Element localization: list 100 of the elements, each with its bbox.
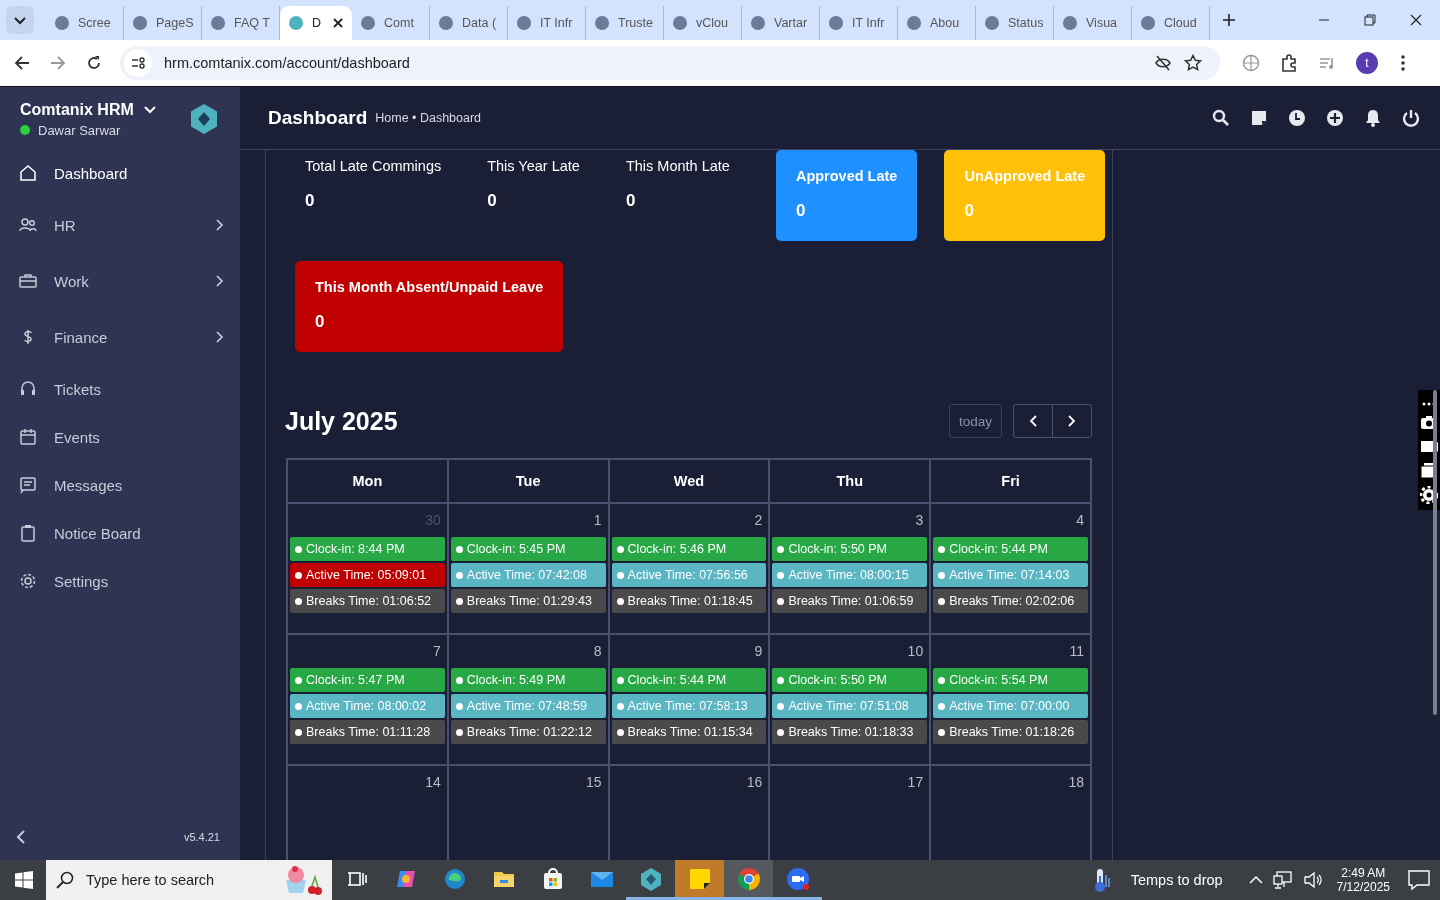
nav-item[interactable]: Dashboard bbox=[0, 149, 240, 197]
day-cell[interactable]: 2 Clock-in: 5:46 PM Active Time: 07:56:56 Breaks Time: 01:18:45 bbox=[609, 504, 771, 635]
browser-tab[interactable]: Data ( bbox=[430, 6, 508, 40]
browser-tab[interactable]: IT Infr bbox=[820, 6, 898, 40]
video-icon[interactable] bbox=[1420, 438, 1438, 454]
browser-tab[interactable]: Truste bbox=[586, 6, 664, 40]
nav-item[interactable]: Events bbox=[0, 413, 240, 461]
day-number: 30 bbox=[425, 512, 441, 528]
stat-value: 0 bbox=[315, 312, 326, 332]
nav-item[interactable]: Settings bbox=[0, 557, 240, 605]
calendar-event[interactable]: Breaks Time: 01:18:26 bbox=[933, 720, 1088, 744]
search-field[interactable]: Type here to search bbox=[46, 860, 332, 900]
weather-label[interactable]: Temps to drop bbox=[1130, 872, 1223, 888]
nav-item[interactable]: Messages bbox=[0, 461, 240, 509]
calendar-event[interactable]: Breaks Time: 01:29:43 bbox=[450, 589, 606, 613]
stat-value: 0 bbox=[964, 201, 975, 221]
day-cell[interactable]: 8 Clock-in: 5:49 PM Active Time: 07:48:59 Breaks Time: 01:22:12 bbox=[448, 635, 610, 766]
nav-item[interactable]: HR bbox=[0, 197, 240, 253]
collapse-icon[interactable] bbox=[16, 830, 26, 844]
globe-icon[interactable] bbox=[1242, 54, 1260, 72]
site-info-icon[interactable] bbox=[124, 49, 152, 77]
tab-list-icon[interactable] bbox=[6, 6, 34, 34]
power-icon[interactable] bbox=[1402, 109, 1420, 127]
calendar-event[interactable]: Breaks Time: 01:06:52 bbox=[290, 589, 445, 613]
volume-icon[interactable] bbox=[1302, 871, 1323, 889]
nav-item[interactable]: Finance bbox=[0, 309, 240, 365]
brand-name[interactable]: Comtanix HRM bbox=[20, 100, 134, 119]
chevron-up-icon[interactable] bbox=[1248, 875, 1263, 885]
stat-value: 0 bbox=[795, 201, 807, 221]
day-cell[interactable]: 11 Clock-in: 5:54 PM Active Time: 07:00:00 Breaks Time: 01:18:26 bbox=[931, 635, 1092, 766]
settings-icon bbox=[18, 571, 38, 591]
calendar-event[interactable]: Breaks Time: 01:11:28 bbox=[290, 720, 445, 744]
favicon-icon bbox=[1062, 15, 1078, 31]
forward-icon[interactable] bbox=[50, 55, 66, 71]
scrollbar-thumb[interactable] bbox=[1433, 390, 1437, 715]
calendar-event[interactable]: Active Time: 05:09:01 bbox=[290, 563, 445, 587]
profile-avatar[interactable]: t bbox=[1356, 52, 1378, 74]
network-icon[interactable] bbox=[1272, 871, 1293, 889]
day-cell[interactable]: 9 Clock-in: 5:44 PM Active Time: 07:58:13 Breaks Time: 01:15:34 bbox=[609, 635, 771, 766]
day-cell[interactable]: 3 Clock-in: 5:50 PM Active Time: 08:00:15 Breaks Time: 01:06:59 bbox=[770, 504, 932, 635]
browser-tab[interactable]: Vartar bbox=[742, 6, 820, 40]
calendar-event[interactable]: Breaks Time: 01:18:45 bbox=[611, 589, 767, 613]
nav-item[interactable]: Notice Board bbox=[0, 509, 240, 557]
browser-tab[interactable]: Status bbox=[976, 6, 1054, 40]
extensions-icon[interactable] bbox=[1280, 54, 1298, 72]
windows-icon[interactable] bbox=[15, 871, 33, 889]
calendar-event[interactable]: Breaks Time: 02:02:06 bbox=[933, 589, 1088, 613]
weekday-header: Fri bbox=[931, 460, 1092, 504]
notifications-icon[interactable] bbox=[1408, 870, 1430, 890]
favicon-icon bbox=[132, 15, 148, 31]
favicon-icon bbox=[984, 15, 1000, 31]
browser-tab[interactable]: Abou bbox=[898, 6, 976, 40]
search-icon[interactable] bbox=[1212, 109, 1230, 127]
calendar-event[interactable]: Breaks Time: 01:06:59 bbox=[772, 589, 928, 613]
note-icon[interactable] bbox=[1250, 109, 1268, 127]
day-cell[interactable]: 4 Clock-in: 5:44 PM Active Time: 07:14:03 Breaks Time: 02:02:06 bbox=[931, 504, 1092, 635]
browser-tab[interactable]: vClou bbox=[664, 6, 742, 40]
browser-tab[interactable]: Scree bbox=[46, 6, 124, 40]
stat-label: UnApproved Late bbox=[964, 168, 1086, 184]
add-icon[interactable] bbox=[1326, 109, 1344, 127]
clock-icon[interactable] bbox=[1288, 109, 1306, 127]
caret-icon[interactable] bbox=[143, 105, 156, 114]
favicon-icon bbox=[516, 15, 532, 31]
reload-icon[interactable] bbox=[86, 55, 102, 71]
day-cell[interactable]: 1 Clock-in: 5:45 PM Active Time: 07:42:08 Breaks Time: 01:29:43 bbox=[448, 504, 610, 635]
browser-tab[interactable]: D bbox=[280, 6, 352, 40]
tab-title: Truste bbox=[618, 16, 654, 30]
browser-tab[interactable]: Comt bbox=[352, 6, 430, 40]
back-icon[interactable] bbox=[14, 55, 30, 71]
bell-icon[interactable] bbox=[1364, 109, 1382, 127]
browser-tab[interactable]: IT Infr bbox=[508, 6, 586, 40]
user-name: Dawar Sarwar bbox=[38, 122, 121, 138]
address-field[interactable]: hrm.comtanix.com/account/dashboard bbox=[120, 46, 1220, 80]
calendar-icon bbox=[18, 427, 38, 447]
previous-button[interactable] bbox=[1013, 404, 1053, 438]
tab-title: Data ( bbox=[462, 16, 498, 30]
day-cell[interactable]: 30 Clock-in: 8:44 PM Active Time: 05:09:01 Breaks Time: 01:06:52 bbox=[288, 504, 449, 635]
stat-label: This Month Late bbox=[625, 158, 730, 174]
calendar-event[interactable]: Breaks Time: 01:15:34 bbox=[611, 720, 767, 744]
browser-tab[interactable]: PageS bbox=[124, 6, 202, 40]
edge-icon bbox=[442, 866, 467, 891]
stat-label: Approved Late bbox=[795, 168, 898, 184]
new-tab-icon[interactable] bbox=[1222, 13, 1236, 27]
day-cell[interactable]: 10 Clock-in: 5:50 PM Active Time: 07:51:08 Breaks Time: 01:18:33 bbox=[770, 635, 932, 766]
close-icon[interactable] bbox=[1410, 14, 1422, 26]
nav-item[interactable]: Work bbox=[0, 253, 240, 309]
next-button[interactable] bbox=[1052, 404, 1092, 438]
star-icon[interactable] bbox=[1184, 54, 1202, 72]
calendar-event[interactable]: Breaks Time: 01:18:33 bbox=[772, 720, 928, 744]
restore-icon[interactable] bbox=[1364, 14, 1376, 26]
calendar-event[interactable]: Breaks Time: 01:22:12 bbox=[450, 720, 606, 744]
browser-tab[interactable]: Visua bbox=[1054, 6, 1132, 40]
browser-tab[interactable]: Cloud bbox=[1132, 6, 1210, 40]
nav-item[interactable]: Tickets bbox=[0, 365, 240, 413]
close-icon[interactable] bbox=[332, 17, 344, 29]
clock[interactable]: 2:49 AM 7/12/2025 bbox=[1336, 866, 1390, 894]
today-button[interactable]: today bbox=[948, 404, 1002, 438]
day-cell[interactable]: 7 Clock-in: 5:47 PM Active Time: 08:00:02 Breaks Time: 01:11:28 bbox=[288, 635, 449, 766]
eye-off-icon[interactable] bbox=[1154, 54, 1172, 72]
more-icon[interactable] bbox=[1400, 54, 1406, 72]
